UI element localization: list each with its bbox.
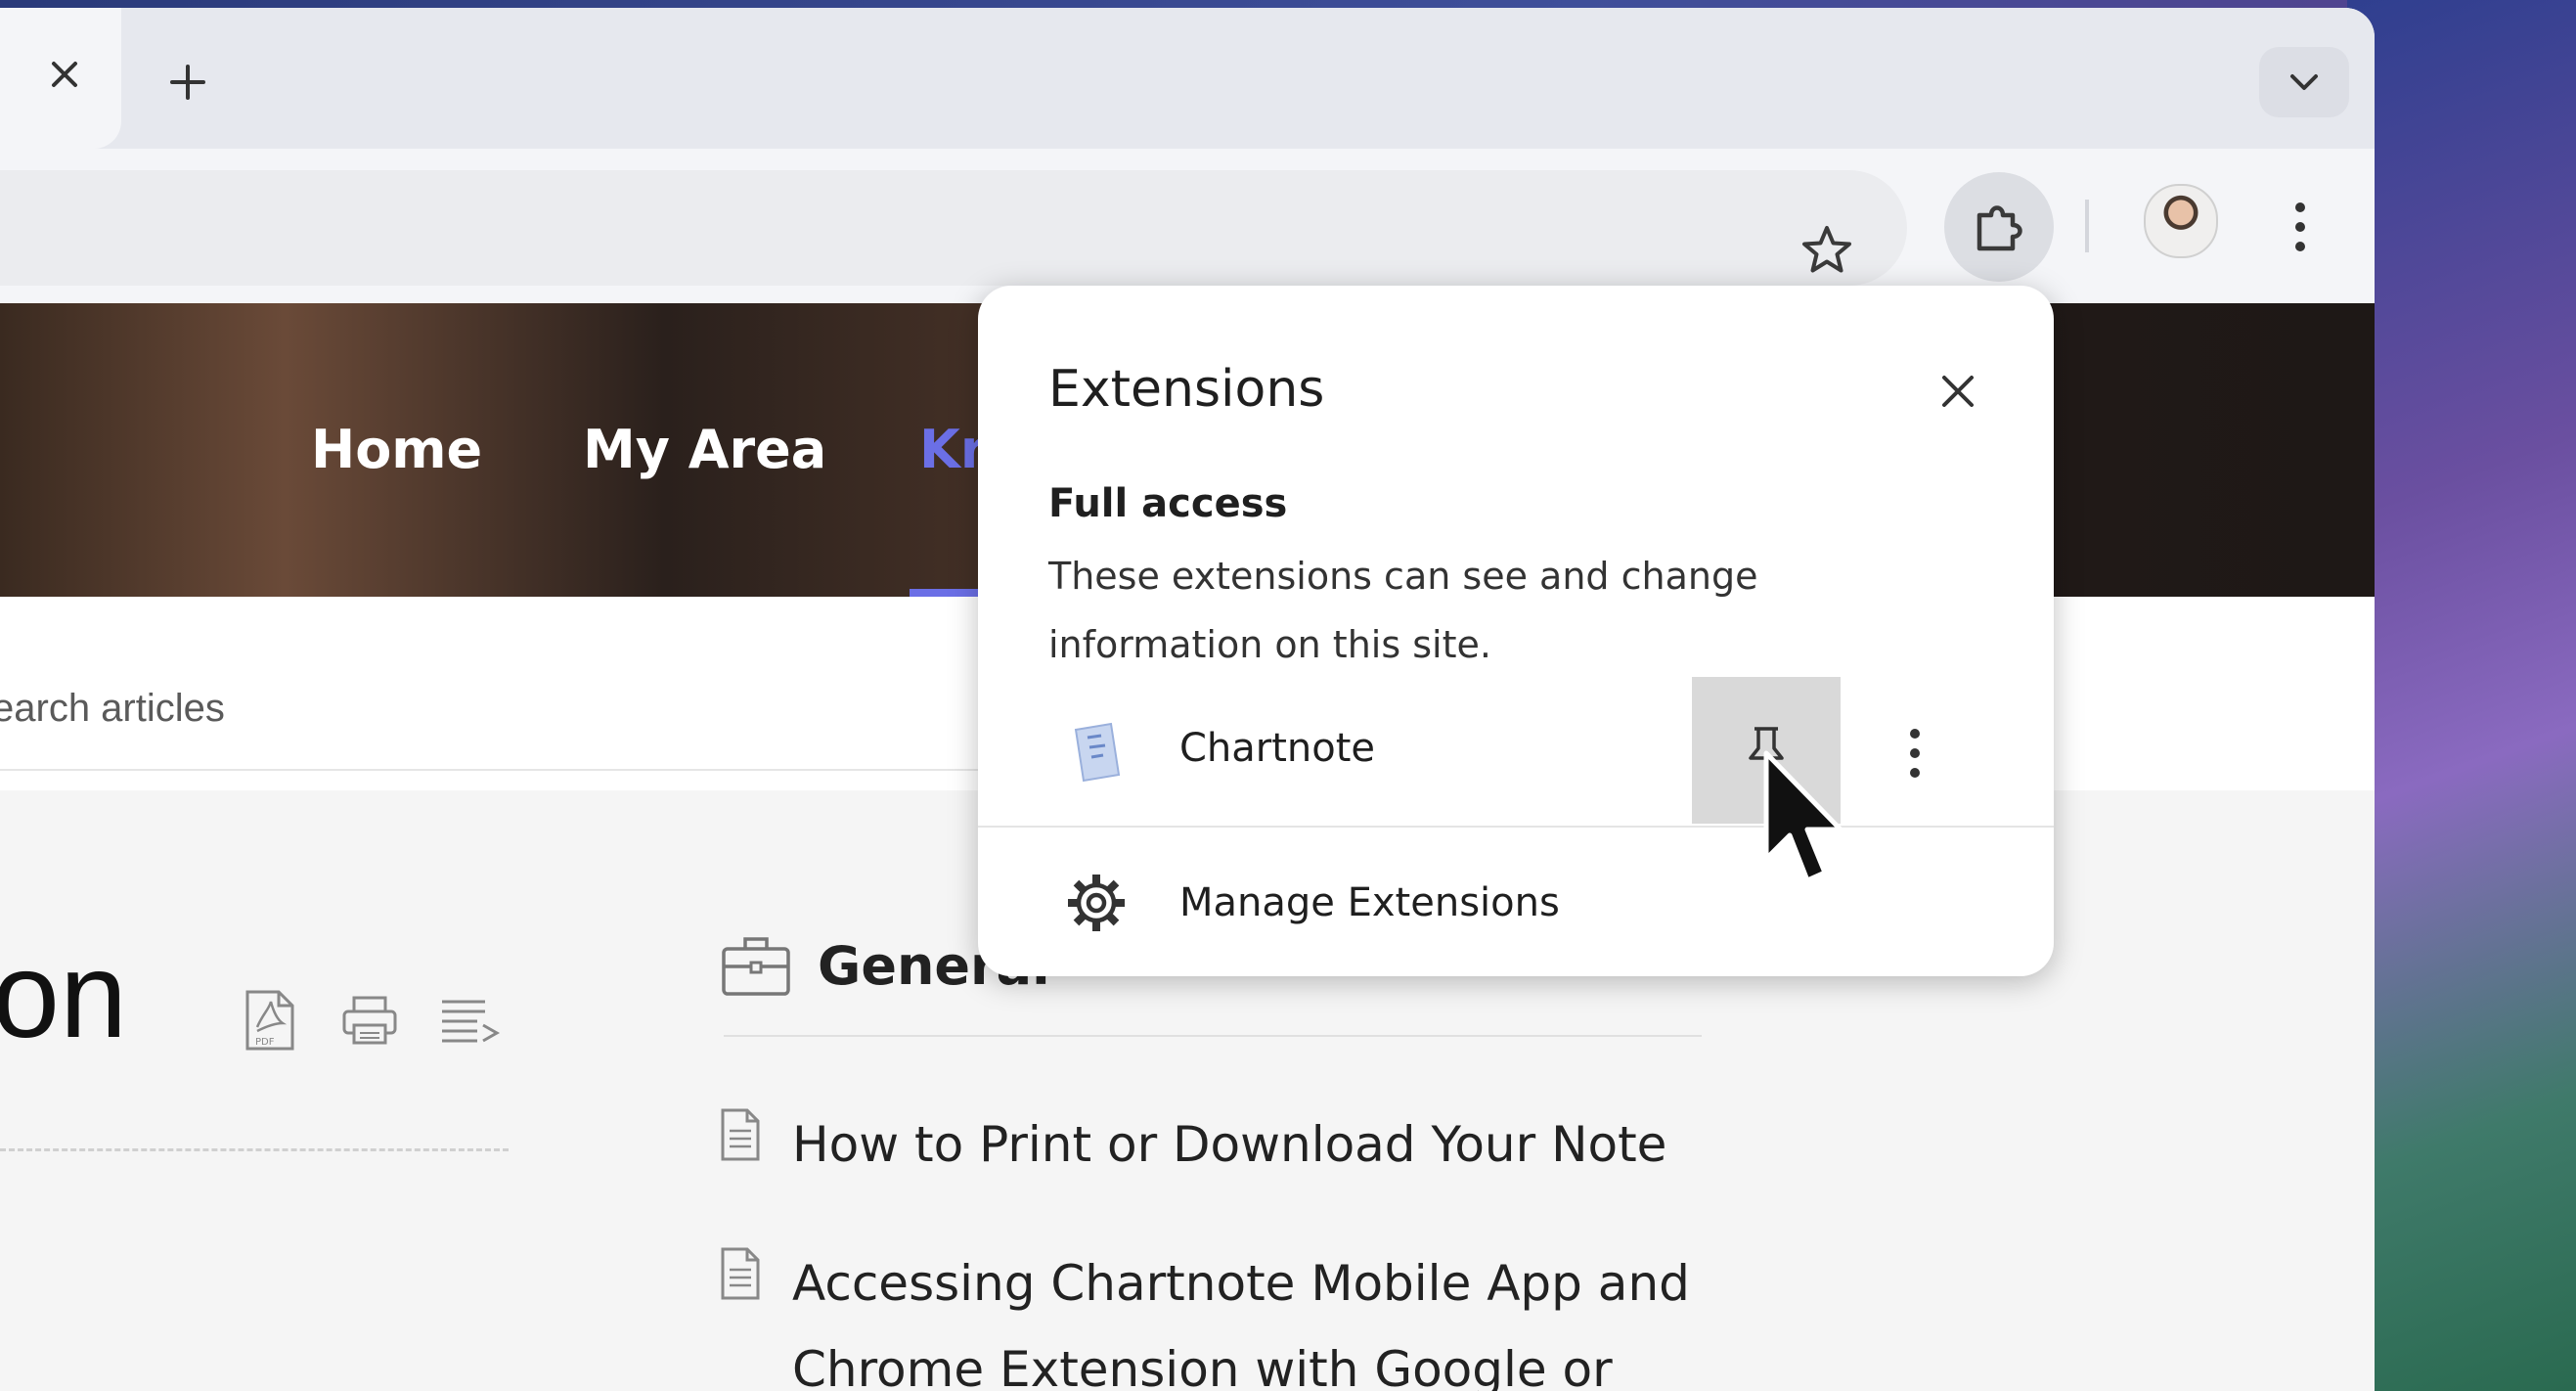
briefcase-icon <box>722 937 790 996</box>
document-icon <box>721 1247 760 1300</box>
article-title[interactable]: How to Print or Download Your Note <box>792 1101 1770 1188</box>
article-title-line: Chrome Extension with Google or <box>792 1341 1613 1391</box>
title-divider <box>0 1148 509 1151</box>
chevron-down-icon <box>2290 74 2318 90</box>
popup-title: Extensions <box>1048 360 1325 419</box>
browser-window: Home My Area Kr on PDF <box>0 8 2375 1391</box>
extensions-popup: Extensions Full access These extensions … <box>978 286 2054 976</box>
category-divider <box>724 1035 1702 1037</box>
popup-close-button[interactable] <box>1925 358 1991 425</box>
browser-menu-button[interactable] <box>2269 192 2332 262</box>
nav-home[interactable]: Home <box>311 419 482 480</box>
nav-knowledge[interactable]: Kr <box>919 419 986 480</box>
new-tab-button[interactable] <box>160 55 215 110</box>
search-bar <box>0 644 1007 771</box>
close-icon <box>1942 376 1974 407</box>
plus-icon <box>170 65 205 100</box>
pin-extension-button[interactable] <box>1692 677 1841 824</box>
extension-name: Chartnote <box>1179 726 1376 771</box>
manage-extensions-label: Manage Extensions <box>1179 880 1560 925</box>
active-tab[interactable] <box>0 8 121 149</box>
article-title[interactable]: Accessing Chartnote Mobile App and Chrom… <box>792 1240 1770 1391</box>
star-icon <box>1802 226 1851 273</box>
popup-divider <box>978 826 2054 828</box>
tab-close-button[interactable] <box>39 49 90 100</box>
puzzle-icon <box>1976 205 2022 251</box>
extension-row[interactable]: Chartnote <box>978 677 2054 824</box>
print-icon <box>342 996 397 1045</box>
bookmark-button[interactable] <box>1792 215 1862 286</box>
extensions-button[interactable] <box>1944 172 2054 282</box>
section-title: Full access <box>1048 481 1288 526</box>
text-align-icon <box>442 1000 501 1043</box>
pdf-icon: PDF <box>245 990 294 1051</box>
svg-text:PDF: PDF <box>255 1037 275 1048</box>
manage-extensions-row[interactable]: Manage Extensions <box>978 830 2054 976</box>
page-title: on <box>0 928 127 1063</box>
document-icon <box>721 1108 760 1161</box>
search-input[interactable] <box>0 673 972 743</box>
tab-search-button[interactable] <box>2259 47 2349 117</box>
toolbar-divider <box>2085 200 2089 252</box>
more-vert-icon <box>1910 729 1920 778</box>
avatar[interactable] <box>2144 184 2218 258</box>
article-title-line: Accessing Chartnote Mobile App and <box>792 1255 1690 1312</box>
desktop-wallpaper <box>2347 0 2576 1391</box>
section-description: These extensions can see and change info… <box>1048 555 1758 666</box>
pdf-button[interactable]: PDF <box>239 986 301 1054</box>
toolbar <box>0 149 2375 303</box>
close-icon <box>52 62 77 87</box>
extension-more-button[interactable] <box>1876 714 1954 792</box>
print-button[interactable] <box>338 986 401 1054</box>
more-vert-icon <box>2295 202 2305 251</box>
nav-my-area[interactable]: My Area <box>583 419 826 480</box>
gear-icon <box>1068 875 1125 931</box>
text-size-button[interactable] <box>438 986 501 1054</box>
pin-icon <box>1749 727 1784 774</box>
address-bar[interactable] <box>0 170 1907 286</box>
nav-active-indicator <box>910 589 988 597</box>
chartnote-logo-icon <box>1074 722 1121 783</box>
tab-strip <box>0 8 2375 149</box>
